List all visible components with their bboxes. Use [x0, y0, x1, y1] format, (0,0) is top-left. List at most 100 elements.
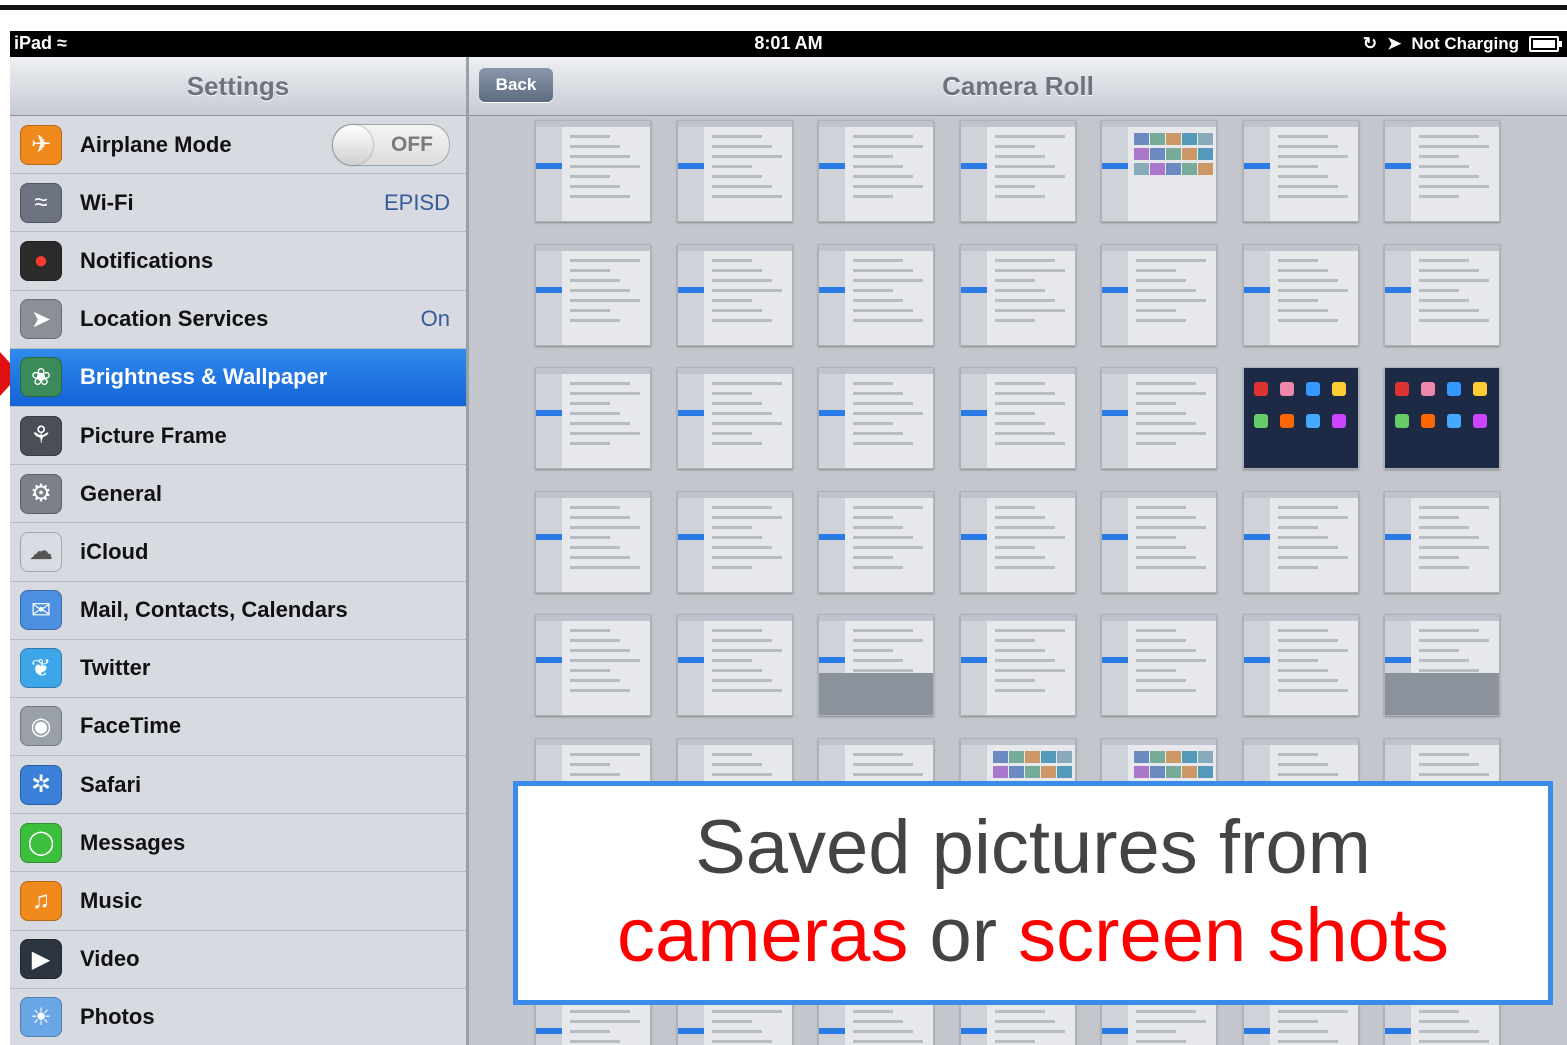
settings-row-location-services[interactable]: ➤ Location Services On — [10, 291, 466, 349]
photo-thumbnail[interactable] — [535, 614, 651, 716]
callout-word-screenshots: screen shots — [1018, 893, 1450, 978]
settings-row-messages[interactable]: ◯ Messages — [10, 814, 466, 873]
settings-row-label: Music — [80, 888, 143, 914]
photo-thumbnail[interactable] — [1101, 490, 1217, 593]
settings-title: Settings — [10, 57, 466, 116]
photo-thumbnail[interactable] — [535, 367, 651, 469]
photo-thumbnail[interactable] — [818, 367, 934, 469]
photo-thumbnail[interactable] — [1384, 243, 1500, 346]
settings-row-label: iCloud — [80, 538, 149, 564]
twitter-bird-icon: ❦ — [20, 648, 62, 689]
photo-thumbnail[interactable] — [1101, 243, 1217, 346]
settings-row-picture-frame[interactable]: ⚘ Picture Frame — [10, 407, 466, 466]
photo-thumbnail[interactable] — [818, 614, 934, 716]
photo-thumbnail[interactable] — [1384, 367, 1500, 469]
toggle-state: OFF — [391, 132, 433, 156]
callout-word-cameras: cameras — [616, 893, 909, 978]
settings-row-label: Safari — [80, 771, 142, 797]
settings-row-music[interactable]: ♫ Music — [10, 872, 466, 931]
photo-thumbnail[interactable] — [1384, 120, 1500, 222]
settings-row-wi-fi[interactable]: ≈ Wi-Fi EPISD — [10, 174, 466, 233]
photo-thumbnail[interactable] — [676, 490, 793, 593]
photo-thumbnail[interactable] — [676, 614, 793, 716]
photo-thumbnail[interactable] — [959, 367, 1076, 469]
photo-thumbnail[interactable] — [959, 490, 1076, 593]
settings-row-brightness-wallpaper[interactable]: ❀ Brightness & Wallpaper — [10, 348, 466, 407]
photo-thumbnail[interactable] — [676, 367, 793, 469]
photo-thumbnail[interactable] — [1384, 490, 1500, 593]
settings-row-label: FaceTime — [80, 713, 182, 739]
settings-row-label: Brightness & Wallpaper — [80, 364, 328, 390]
location-arrow-icon: ➤ — [20, 299, 62, 340]
settings-row-video[interactable]: ▶ Video — [10, 931, 466, 989]
settings-row-label: Picture Frame — [80, 422, 227, 448]
callout-box: Saved pictures from cameras or screen sh… — [513, 781, 1553, 1005]
settings-row-label: Messages — [80, 829, 186, 855]
photo-thumbnail[interactable] — [1242, 120, 1359, 222]
photo-thumbnail[interactable] — [1101, 614, 1217, 716]
settings-row-notifications[interactable]: ● Notifications — [10, 232, 466, 291]
clock: 8:01 AM — [754, 33, 823, 53]
sunflower-icon: ☀ — [20, 997, 62, 1038]
photo-thumbnail[interactable] — [535, 120, 651, 222]
settings-row-label: Notifications — [80, 247, 214, 273]
charging-status: Not Charging — [1411, 34, 1519, 53]
photo-thumbnail[interactable] — [818, 243, 934, 346]
photo-thumbnail[interactable] — [818, 120, 934, 222]
settings-row-safari[interactable]: ✲ Safari — [10, 756, 466, 815]
photo-thumbnail[interactable] — [1242, 490, 1359, 593]
location-arrow-icon: ➤ — [1387, 34, 1402, 53]
messages-bubble-icon: ◯ — [20, 822, 62, 863]
settings-row-label: Twitter — [80, 655, 151, 681]
settings-list: ✈ Airplane Mode OFF ≈ Wi-Fi EPISD ● Notificatio… — [10, 116, 466, 1045]
settings-row-general[interactable]: ⚙ General — [10, 465, 466, 524]
photo-thumbnail[interactable] — [959, 614, 1076, 716]
settings-panel: Settings ✈ Airplane Mode OFF ≈ Wi-Fi EPISD ● No… — [10, 57, 469, 1045]
callout-word-or: or — [908, 893, 1019, 978]
photo-thumbnail[interactable] — [535, 490, 651, 593]
cloud-icon: ☁ — [20, 531, 62, 572]
mail-icon: ✉ — [20, 590, 62, 631]
photo-thumbnail[interactable] — [1242, 367, 1359, 469]
photo-thumbnail[interactable] — [1101, 120, 1217, 222]
airplane-icon: ✈ — [20, 124, 62, 165]
photo-thumbnail[interactable] — [676, 120, 793, 222]
wifi-icon: ≈ — [20, 182, 62, 223]
photo-thumbnail[interactable] — [818, 490, 934, 593]
top-border-line — [0, 5, 1567, 10]
rotation-lock-icon: ↻ — [1362, 34, 1378, 53]
settings-row-photos[interactable]: ☀ Photos — [10, 989, 466, 1045]
toggle-knob — [333, 124, 373, 165]
settings-row-label: Airplane Mode — [80, 131, 232, 157]
facetime-camera-icon: ◉ — [20, 706, 62, 747]
camera-roll-title: Camera Roll — [942, 71, 1094, 101]
music-note-icon: ♫ — [20, 881, 62, 922]
photo-thumbnail[interactable] — [1384, 614, 1500, 716]
photo-thumbnail[interactable] — [535, 243, 651, 346]
settings-row-value: EPISD — [383, 189, 450, 215]
photo-thumbnail[interactable] — [676, 243, 793, 346]
callout-line-1: Saved pictures from — [695, 805, 1371, 890]
picture-frame-icon: ⚘ — [20, 415, 62, 456]
settings-row-twitter[interactable]: ❦ Twitter — [10, 640, 466, 698]
airplane-mode-toggle[interactable]: OFF — [332, 123, 450, 166]
photo-thumbnail[interactable] — [959, 120, 1076, 222]
photo-thumbnail[interactable] — [1242, 243, 1359, 346]
settings-row-mail-contacts-calendars[interactable]: ✉ Mail, Contacts, Calendars — [10, 582, 466, 640]
photo-thumbnail[interactable] — [1242, 614, 1359, 716]
gear-icon: ⚙ — [20, 473, 62, 514]
notifications-icon: ● — [20, 240, 62, 281]
settings-row-label: Location Services — [80, 306, 269, 332]
battery-icon — [1529, 36, 1562, 52]
camera-roll-navbar: Back Camera Roll — [469, 57, 1567, 116]
status-right: ↻ ➤ Not Charging — [1362, 34, 1562, 54]
photo-thumbnail[interactable] — [959, 243, 1076, 346]
settings-row-airplane-mode[interactable]: ✈ Airplane Mode OFF — [10, 116, 466, 175]
settings-row-label: Photos — [80, 1004, 155, 1030]
settings-row-icloud[interactable]: ☁ iCloud — [10, 523, 466, 582]
safari-compass-icon: ✲ — [20, 764, 62, 805]
settings-row-value: On — [420, 306, 450, 332]
settings-row-label: Mail, Contacts, Calendars — [80, 597, 348, 623]
settings-row-facetime[interactable]: ◉ FaceTime — [10, 698, 466, 757]
photo-thumbnail[interactable] — [1101, 367, 1217, 469]
